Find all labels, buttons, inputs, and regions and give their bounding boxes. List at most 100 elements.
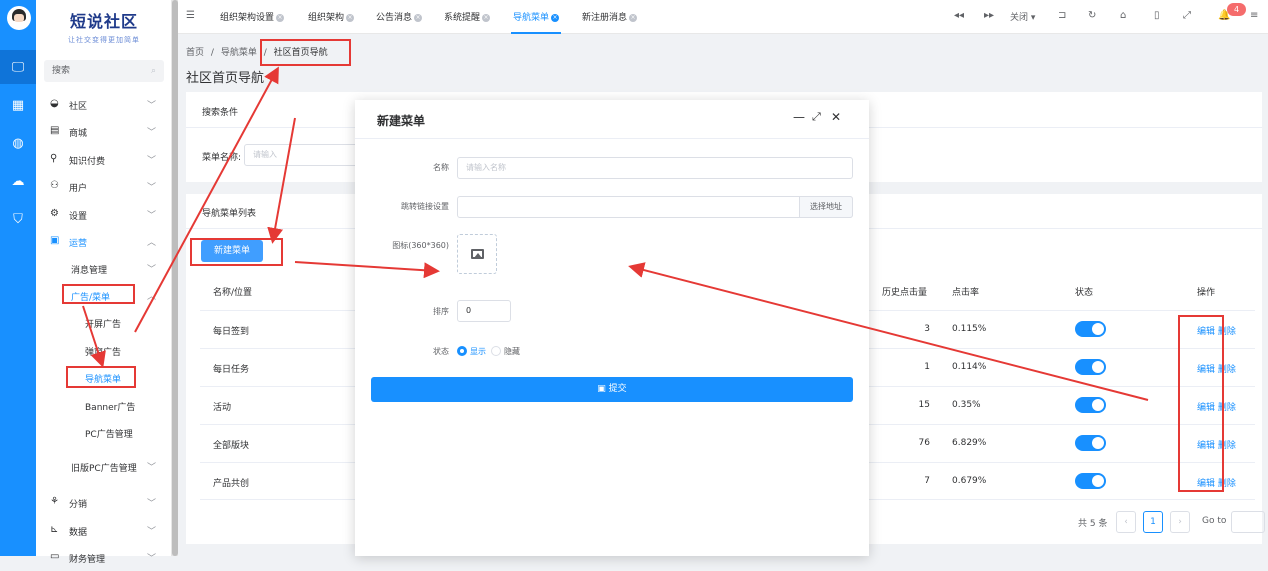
sidebar-item-label: 分销: [69, 500, 88, 510]
tab-new-register[interactable]: 新注册消息 ×: [582, 10, 638, 23]
breadcrumb-parent[interactable]: 导航菜单: [221, 48, 257, 58]
globe-icon[interactable]: ◍: [0, 126, 36, 160]
menu-name-input[interactable]: 请输入: [244, 144, 364, 166]
tab-system-reminder[interactable]: 系统提醒 ×: [444, 10, 491, 23]
desktop-icon[interactable]: 🖵: [0, 50, 36, 84]
row-name: 产品共创: [213, 479, 250, 489]
sidebar-item-finance[interactable]: ▭ 财务管理 ﹀: [36, 543, 172, 571]
sidebar-item-store[interactable]: ▤ 商城 ﹀: [36, 117, 172, 145]
name-input[interactable]: 请输入名称: [457, 157, 853, 179]
show-radio[interactable]: [457, 346, 467, 356]
close-icon[interactable]: ×: [551, 14, 560, 22]
menu-icon[interactable]: ≡: [1250, 10, 1258, 21]
cloud-icon[interactable]: ☁: [0, 164, 36, 198]
select-address-button[interactable]: 选择地址: [799, 196, 853, 218]
status-toggle[interactable]: [1075, 397, 1106, 413]
close-icon[interactable]: ×: [414, 14, 423, 22]
order-input[interactable]: 0: [457, 300, 511, 322]
goto-label: Go to: [1202, 516, 1227, 526]
row-name: 活动: [213, 403, 232, 413]
goto-input[interactable]: [1231, 511, 1265, 533]
close-icon[interactable]: ✕: [831, 110, 841, 124]
grid-icon[interactable]: ▦: [0, 88, 36, 122]
show-radio-label[interactable]: 显示: [470, 346, 486, 357]
chevron-down-icon: ﹀: [146, 156, 156, 166]
tab-label: 导航菜单: [513, 13, 550, 23]
link-input[interactable]: [457, 196, 853, 218]
avatar[interactable]: [7, 6, 31, 30]
logo-title: 短说社区: [69, 12, 138, 31]
tab-org[interactable]: 组织架构 ×: [308, 10, 355, 23]
mobile-icon[interactable]: ▯: [1154, 10, 1160, 21]
sidebar-sub-pc-ad[interactable]: PC广告管理: [36, 418, 172, 446]
annotation-box-new-button: [190, 238, 283, 266]
hide-radio-label[interactable]: 隐藏: [504, 346, 520, 357]
sidebar-item-knowledge[interactable]: ⚲ 知识付费 ﹀: [36, 145, 172, 173]
sidebar-sub-splash-ad[interactable]: 开屏广告: [36, 308, 172, 336]
search-icon: ⌕: [150, 66, 156, 76]
menu-fold-icon[interactable]: ☰: [186, 10, 195, 21]
home-icon[interactable]: ⌂: [1120, 10, 1126, 21]
close-icon[interactable]: ×: [629, 14, 638, 22]
annotation-box-ads-menu: [62, 284, 135, 304]
sidebar-item-label: 社区: [69, 102, 88, 112]
status-toggle[interactable]: [1075, 435, 1106, 451]
sidebar-item-distribution[interactable]: ⚘ 分销 ﹀: [36, 488, 172, 516]
sidebar-sub-popup-ad[interactable]: 弹窗广告: [36, 336, 172, 364]
tab-nav-menu[interactable]: 导航菜单 ×: [510, 10, 562, 34]
tab-org-settings[interactable]: 组织架构设置 ×: [220, 10, 285, 23]
sidebar-sub-banner-ad[interactable]: Banner广告: [36, 391, 172, 419]
sidebar-sub-messages[interactable]: 消息管理 ﹀: [36, 254, 172, 282]
submit-button[interactable]: ▣ 提交: [371, 377, 853, 402]
icon-upload[interactable]: [457, 234, 497, 274]
sidebar-scrollbar[interactable]: [172, 0, 178, 556]
sidebar-sub-label: Banner广告: [85, 403, 136, 413]
minimize-icon[interactable]: —: [793, 110, 805, 124]
prev-page-button[interactable]: ‹: [1116, 511, 1136, 533]
close-icon[interactable]: ×: [276, 14, 285, 22]
sidebar-item-users[interactable]: ⚇ 用户 ﹀: [36, 172, 172, 200]
next-page-button[interactable]: ›: [1170, 511, 1190, 533]
sidebar-sub-label: 开屏广告: [85, 320, 122, 330]
row-rate: 0.115%: [952, 324, 987, 334]
gear-icon: ⚙: [50, 208, 59, 219]
col-header-ops: 操作: [1197, 288, 1216, 298]
row-rate: 6.829%: [952, 438, 987, 448]
scroll-right-icon[interactable]: ▸▸: [984, 10, 994, 21]
shield-icon[interactable]: ⛉: [0, 202, 36, 236]
page-1-button[interactable]: 1: [1143, 511, 1163, 533]
hide-radio[interactable]: [491, 346, 501, 356]
fullscreen-icon[interactable]: ⤢: [1183, 10, 1191, 21]
exit-icon[interactable]: ⊐: [1058, 10, 1066, 21]
sidebar-item-label: 知识付费: [69, 157, 106, 167]
sidebar-search[interactable]: 搜索 ⌕: [44, 60, 164, 82]
sidebar-item-settings[interactable]: ⚙ 设置 ﹀: [36, 200, 172, 228]
scroll-left-icon[interactable]: ◂◂: [954, 10, 964, 21]
maximize-icon[interactable]: ⤢: [812, 110, 821, 124]
col-header-name: 名称/位置: [213, 288, 253, 298]
row-rate: 0.35%: [952, 400, 981, 410]
tab-label: 系统提醒: [444, 13, 481, 23]
close-dropdown[interactable]: 关闭 ▾: [1010, 10, 1035, 23]
status-toggle[interactable]: [1075, 473, 1106, 489]
scrollbar-thumb[interactable]: [172, 0, 178, 556]
sidebar-sub-legacy-pc-ad[interactable]: 旧版PC广告管理 ﹀: [36, 452, 172, 480]
sidebar-item-operation[interactable]: ▣ 运营 ︿: [36, 227, 172, 255]
status-label: 状态: [433, 347, 449, 356]
refresh-icon[interactable]: ↻: [1088, 10, 1096, 21]
sidebar-item-label: 财务管理: [69, 555, 106, 565]
location-icon: ⚲: [50, 153, 58, 164]
sidebar-item-community[interactable]: ◒ 社区 ﹀: [36, 90, 172, 118]
breadcrumb-separator: /: [210, 48, 214, 58]
search-card-title: 搜索条件: [202, 108, 239, 118]
status-toggle[interactable]: [1075, 359, 1106, 375]
chevron-down-icon: ﹀: [146, 265, 156, 275]
sidebar-item-data[interactable]: ⊾ 数据 ﹀: [36, 516, 172, 544]
menu-name-label: 菜单名称:: [202, 153, 242, 163]
tab-announcements[interactable]: 公告消息 ×: [376, 10, 423, 23]
logo: 短说社区 让社交变得更加简单: [36, 0, 172, 50]
close-icon[interactable]: ×: [346, 14, 355, 22]
close-icon[interactable]: ×: [482, 14, 491, 22]
breadcrumb-home[interactable]: 首页: [186, 48, 204, 58]
status-toggle[interactable]: [1075, 321, 1106, 337]
